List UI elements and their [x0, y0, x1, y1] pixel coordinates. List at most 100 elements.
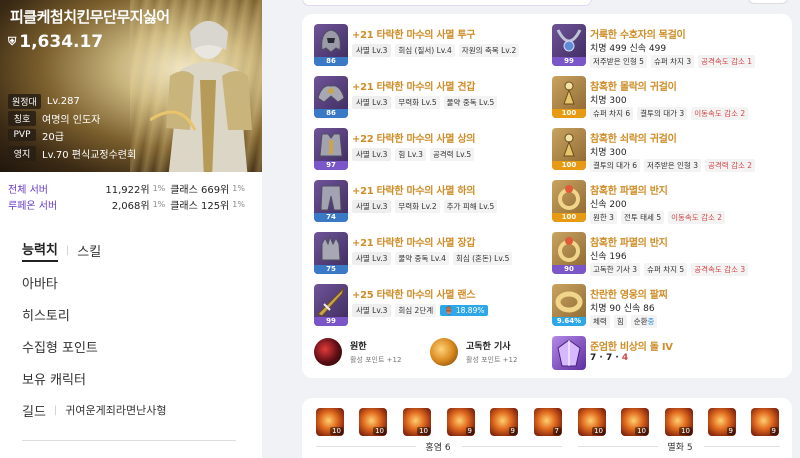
item-tags: 사멸 Lv.3 무력화 Lv.5 물약 중독 Lv.5 [352, 96, 498, 109]
tab-stats[interactable]: 능력치 [22, 239, 58, 262]
gem-slot[interactable]: 10 [621, 408, 649, 436]
quality-badge: 99 [552, 57, 586, 66]
engraving-grudge[interactable]: 원한 활성 포인트 +12 [314, 338, 401, 366]
armor-gloves[interactable]: 75 +21 타락한 마수의 사멸 장갑 사멸 Lv.3 물약 중독 Lv.4 … [314, 232, 544, 276]
armor-pants[interactable]: 74 +21 타락한 마수의 사멸 하의 사멸 Lv.3 무력화 Lv.2 추가… [314, 180, 544, 224]
item-icon: 100 [552, 76, 586, 118]
engraving-name: 원한 [350, 342, 367, 352]
engraving-points: 활성 포인트 +12 [350, 356, 402, 364]
gem-slot[interactable]: 9 [751, 408, 779, 436]
item-icon: 97 [314, 128, 348, 170]
item-tag: 회심 (혼돈) Lv.5 [452, 252, 513, 265]
gem-level: 10 [592, 427, 605, 435]
item-stats: 신속 196 [590, 252, 627, 262]
gem-slot[interactable]: 10 [578, 408, 606, 436]
item-tag: 고독한 기사 3 [590, 263, 641, 276]
item-tag: 저주받은 인형 3 [644, 159, 701, 172]
weapon-lance[interactable]: 99 +25 타락한 마수의 사멸 랜스 사멸 Lv.3 회심 2단계 🏺 18… [314, 284, 544, 328]
tab-skills[interactable]: 스킬 [77, 241, 101, 260]
character-name: 피클케첩치킨무단무지싫어 [10, 8, 170, 26]
elixir-percent: 🏺 18.89% [440, 305, 489, 316]
accessory-necklace[interactable]: 99 거룩한 수호자의 목걸이 치명 499 신속 499 저주받은 인형 5 … [552, 24, 787, 68]
item-level-value: 1,634.17 [19, 32, 104, 52]
item-tag: 체력 [590, 315, 610, 328]
quality-badge: 86 [314, 57, 348, 66]
armor-shoulder[interactable]: 86 +21 타락한 마수의 사멸 견갑 사멸 Lv.3 무력화 Lv.5 물약… [314, 76, 544, 120]
gem-slot[interactable]: 9 [708, 408, 736, 436]
item-tag-penalty: 공격력 감소 2 [705, 159, 756, 172]
gem-group-divider [578, 446, 658, 447]
quality-badge: 100 [552, 213, 586, 222]
rank-server: 루페온 서버 [8, 200, 58, 212]
accessory-earring-1[interactable]: 100 참혹한 몰락의 귀걸이 치명 300 슈퍼 차지 6 결투의 대가 3 … [552, 76, 787, 120]
menu-item-history[interactable]: 히스토리 [22, 298, 236, 330]
character-figure [150, 21, 252, 172]
item-level: ⛨ 1,634.17 [8, 32, 103, 52]
engraving-lone-knight[interactable]: 고독한 기사 활성 포인트 +12 [430, 338, 517, 366]
engraving-name: 고독한 기사 [466, 342, 511, 352]
quality-badge: 75 [314, 265, 348, 274]
item-tags: 사멸 Lv.3 물약 중독 Lv.4 회심 (혼돈) Lv.5 [352, 252, 513, 265]
gem-level: 10 [373, 427, 386, 435]
gem-slot[interactable]: 9 [447, 408, 475, 436]
menu-item-characters[interactable]: 보유 캐릭터 [22, 362, 236, 394]
accessory-ring-1[interactable]: 100 참혹한 파멸의 반지 신속 200 원한 3 전투 태세 5 이동속도 … [552, 180, 787, 224]
accessory-earring-2[interactable]: 100 참혹한 쇠락의 귀걸이 치명 300 결투의 대가 6 저주받은 인형 … [552, 128, 787, 172]
gem-level: 9 [508, 427, 517, 435]
item-tag: 사멸 Lv.3 [352, 44, 392, 57]
item-tag-grade: 중 [647, 317, 655, 326]
quality-badge: 74 [314, 213, 348, 222]
ability-stone[interactable]: 준엄한 비상의 돌 IV 7 · 7 · 4 [552, 336, 787, 376]
info-value: Lv.287 [46, 95, 80, 107]
tab-bar: 능력치 | 스킬 [22, 239, 236, 262]
top-pill [302, 0, 592, 6]
menu-item-collectibles[interactable]: 수집형 포인트 [22, 330, 236, 362]
item-stats: 신속 200 [590, 200, 627, 210]
menu-item-avatar[interactable]: 아바타 [22, 266, 236, 298]
gem-group-divider [462, 446, 562, 447]
engraving-text: 원한 활성 포인트 +12 [350, 339, 401, 365]
gem-slot[interactable]: 10 [403, 408, 431, 436]
shoulder-icon [317, 85, 345, 103]
gem-level: 7 [552, 427, 561, 435]
item-tag: 자원의 축복 Lv.2 [458, 44, 520, 57]
item-tag: 무력화 Lv.2 [395, 200, 440, 213]
gem-slot[interactable]: 10 [359, 408, 387, 436]
stone-levels: 7 · 7 · 4 [590, 353, 628, 363]
item-icon: 74 [314, 180, 348, 222]
necklace-icon [556, 29, 582, 52]
item-name: +21 타락한 마수의 사멸 투구 [352, 30, 476, 41]
item-level-icon: ⛨ [8, 35, 17, 48]
gem-slot[interactable]: 10 [316, 408, 344, 436]
guild-label: 길드 [22, 404, 46, 420]
quality-badge: 100 [552, 109, 586, 118]
info-value: Lv.70 편식교정수련회 [42, 149, 137, 161]
accessory-ring-2[interactable]: 90 참혹한 파멸의 반지 신속 196 고독한 기사 3 슈퍼 차지 5 공격… [552, 232, 787, 276]
item-tags: 결투의 대가 6 저주받은 인형 3 공격력 감소 2 [590, 159, 756, 172]
chest-armor-icon [319, 133, 343, 157]
armor-helmet[interactable]: 86 +21 타락한 마수의 사멸 투구 사멸 Lv.3 회심 (질서) Lv.… [314, 24, 544, 68]
item-name: +21 타락한 마수의 사멸 장갑 [352, 238, 476, 249]
gem-level: 10 [679, 427, 692, 435]
character-portrait: 피클케첩치킨무단무지싫어 ⛨ 1,634.17 원정대 Lv.287 칭호 여명… [0, 0, 262, 172]
guild-name: 귀여운게죄라면난사형 [65, 404, 167, 417]
gem-slot[interactable]: 9 [490, 408, 518, 436]
menu-divider [22, 440, 236, 441]
menu-item-guild[interactable]: 길드 | 귀여운게죄라면난사형 [22, 394, 236, 426]
item-tag: 사멸 Lv.3 [352, 252, 392, 265]
gem-slot[interactable]: 10 [665, 408, 693, 436]
info-pvp: PVP 20급 [8, 128, 64, 143]
item-tag-penalty: 이동속도 감소 2 [668, 211, 726, 224]
rank-value: 11,922위 [105, 184, 150, 196]
side-menu: 능력치 | 스킬 아바타 히스토리 수집형 포인트 보유 캐릭터 길드 | 귀여… [22, 240, 236, 426]
armor-chest[interactable]: 97 +22 타락한 마수의 사멸 상의 사멸 Lv.3 힘 Lv.3 공격력 … [314, 128, 544, 172]
gem-slot[interactable]: 7 [534, 408, 562, 436]
accessory-bracelet[interactable]: 9.64% 찬란한 영웅의 팔찌 치명 90 신속 86 체력 힘 순환중 [552, 284, 787, 328]
top-right-toggle[interactable] [748, 0, 788, 4]
item-name: 참혹한 파멸의 반지 [590, 238, 668, 249]
guild-separator: | [53, 404, 58, 416]
item-tag-penalty: 공격속도 감소 3 [691, 263, 749, 276]
bracelet-percent-badge: 9.64% [552, 317, 586, 326]
item-tags: 고독한 기사 3 슈퍼 차지 5 공격속도 감소 3 [590, 263, 749, 276]
equipment-card: 86 +21 타락한 마수의 사멸 투구 사멸 Lv.3 회심 (질서) Lv.… [302, 14, 792, 378]
